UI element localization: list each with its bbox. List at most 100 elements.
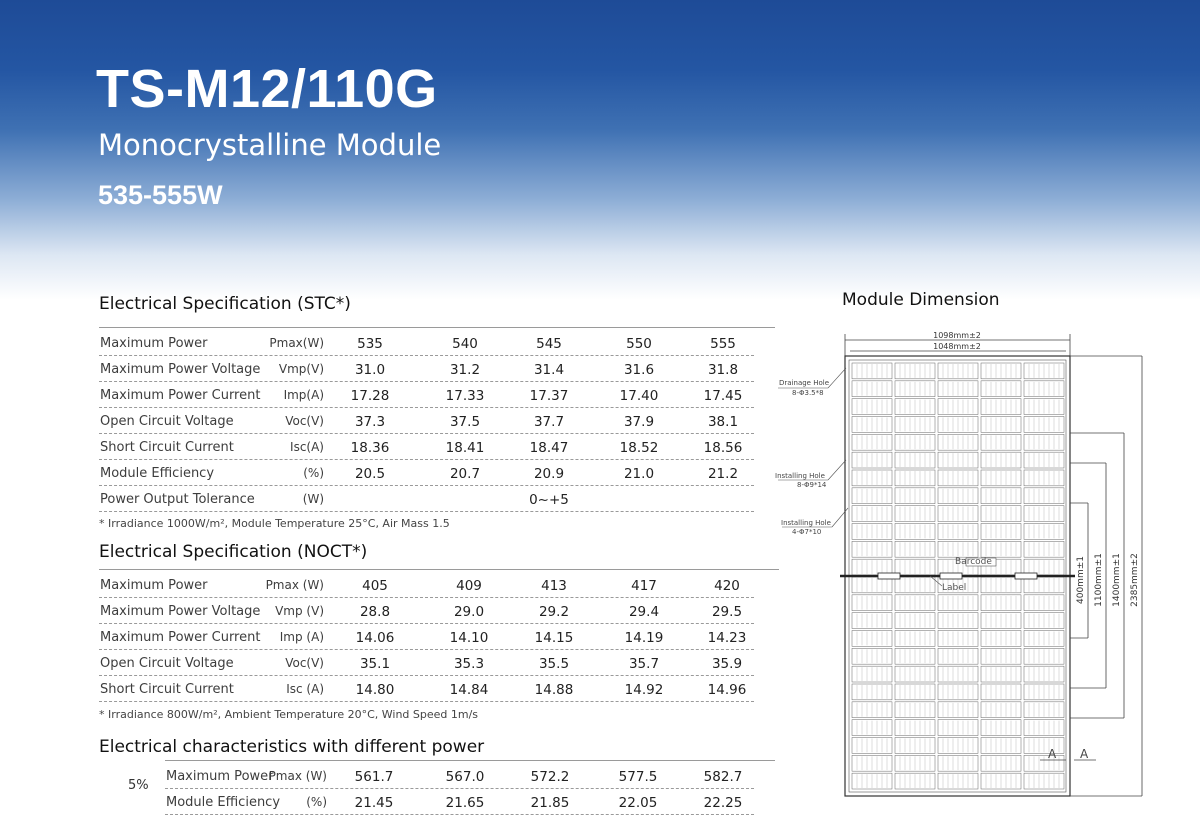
value-cell-col-3: 35.5 — [538, 656, 570, 672]
value-cell-col-1: 21.45 — [354, 795, 394, 811]
value-cell-col-2: 14.84 — [449, 682, 489, 698]
value-cell-col-4: 417 — [631, 578, 657, 594]
noct-title: Electrical Specification (NOCT*) — [99, 542, 368, 562]
value-cell-col-1: 17.28 — [350, 388, 390, 404]
value-cell-col-1: 20.5 — [354, 466, 386, 482]
value-cell-col-5: 21.2 — [707, 466, 739, 482]
value-cell-col-2: 35.3 — [453, 656, 485, 672]
table-row: Open Circuit Voltage Voc(V) 37.3 37.5 37.7 37… — [99, 408, 754, 434]
value-cell-col-5: 35.9 — [711, 656, 743, 672]
table-top-rule — [99, 569, 335, 570]
row-unit: Vmp(V) — [278, 362, 324, 376]
value-cell-col-1: 31.0 — [354, 362, 386, 378]
value-cell-col-5: 38.1 — [707, 414, 739, 430]
row-unit: Voc(V) — [285, 656, 324, 670]
value-cell-col-2: 20.7 — [449, 466, 481, 482]
value-cell-col-5: 14.23 — [707, 630, 747, 646]
dimension-title: Module Dimension — [842, 290, 1000, 310]
value-cell-col-2: 21.65 — [445, 795, 485, 811]
row-label: Open Circuit Voltage — [100, 656, 234, 671]
value-cell-col-3: 0~+5 — [529, 492, 569, 508]
row-unit: (W) — [302, 492, 324, 506]
row-label: Maximum Power Voltage — [100, 604, 261, 619]
table-row: Maximum Power Current Imp (A) 14.06 14.10 14… — [99, 624, 754, 650]
value-cell-col-3: 18.47 — [529, 440, 569, 456]
value-cell-col-3: 37.7 — [533, 414, 565, 430]
value-cell-col-3: 14.15 — [534, 630, 574, 646]
row-label: Module Efficiency — [166, 795, 281, 810]
noct-footnote: * Irradiance 800W/m², Ambient Temperatur… — [99, 708, 479, 721]
row-unit: Isc (A) — [286, 682, 324, 696]
row-label: Open Circuit Voltage — [100, 414, 234, 429]
row-label: Maximum Power Voltage — [100, 362, 261, 377]
row-label: Short Circuit Current — [100, 682, 234, 697]
value-cell-col-3: 14.88 — [534, 682, 574, 698]
junction-box-left — [877, 572, 901, 580]
value-cell-col-3: 545 — [536, 336, 562, 352]
barcode-text: Barcode — [955, 557, 992, 567]
value-cell-col-1: 14.80 — [355, 682, 395, 698]
stc-footnote: * Irradiance 1000W/m², Module Temperatur… — [99, 517, 450, 530]
dim-1100-label: 1100mm±1 — [1094, 553, 1104, 607]
table-top-rule — [165, 760, 334, 761]
table-top-rule — [502, 569, 606, 570]
row-unit: Pmax (W) — [268, 769, 327, 783]
table-row: Short Circuit Current Isc (A) 14.80 14.84 14… — [99, 676, 754, 702]
stc-title: Electrical Specification (STC*) — [99, 294, 351, 314]
value-cell-col-1: 535 — [357, 336, 383, 352]
value-cell-col-4: 17.40 — [619, 388, 659, 404]
row-unit: Voc(V) — [285, 414, 324, 428]
module-dimension-drawing: 1098mm±2 1048mm±2 Barcode Label Drainage… — [775, 331, 1143, 797]
value-cell-col-4: 22.05 — [618, 795, 658, 811]
row-unit: Pmax (W) — [265, 578, 324, 592]
junction-box-right — [1014, 572, 1038, 580]
table-top-rule — [671, 327, 775, 328]
value-cell-col-1: 18.36 — [350, 440, 390, 456]
installing-hole-1-label: Installing Hole — [775, 472, 825, 480]
value-cell-col-4: 37.9 — [623, 414, 655, 430]
value-cell-col-5: 18.56 — [703, 440, 743, 456]
value-cell-col-2: 18.41 — [445, 440, 485, 456]
value-cell-col-5: 31.8 — [707, 362, 739, 378]
value-cell-col-1: 14.06 — [355, 630, 395, 646]
value-cell-col-4: 35.7 — [628, 656, 660, 672]
row-unit: Isc(A) — [290, 440, 324, 454]
installing-hole-2-spec: 4-Φ7*10 — [792, 528, 821, 536]
dim-400-label: 400mm±1 — [1076, 556, 1086, 604]
value-cell-col-2: 17.33 — [445, 388, 485, 404]
value-cell-col-4: 14.92 — [624, 682, 664, 698]
row-unit: Vmp (V) — [275, 604, 324, 618]
label-text: Label — [942, 583, 966, 593]
value-cell-col-3: 20.9 — [533, 466, 565, 482]
power-group-label: 5% — [128, 778, 149, 793]
table-top-rule — [497, 327, 601, 328]
value-cell-col-5: 555 — [710, 336, 736, 352]
table-top-rule — [322, 760, 426, 761]
row-unit: (%) — [303, 466, 324, 480]
section-mark-right: A — [1080, 747, 1089, 761]
value-cell-col-5: 17.45 — [703, 388, 743, 404]
value-cell-col-4: 550 — [626, 336, 652, 352]
width-inner-label: 1048mm±2 — [933, 342, 981, 351]
row-label: Short Circuit Current — [100, 440, 234, 455]
value-cell-col-3: 17.37 — [529, 388, 569, 404]
different-power-title: Electrical characteristics with differen… — [99, 737, 485, 757]
row-label: Maximum Power — [100, 578, 208, 593]
noct-table: Maximum Power Pmax (W) 405 409 413 417 420 Maxi… — [99, 569, 779, 702]
value-cell-col-3: 29.2 — [538, 604, 570, 620]
value-cell-col-5: 420 — [714, 578, 740, 594]
value-cell-col-2: 29.0 — [453, 604, 485, 620]
table-row: Module Efficiency (%) 21.45 21.65 21.85 22.05… — [165, 789, 754, 815]
table-top-rule — [323, 569, 427, 570]
value-cell-col-3: 31.4 — [533, 362, 565, 378]
value-cell-col-5: 29.5 — [711, 604, 743, 620]
different-power-table: Maximum Power Pmax (W) 561.7 567.0 572.2 577.… — [165, 760, 775, 815]
value-cell-col-1: 28.8 — [359, 604, 391, 620]
row-label: Maximum Power Current — [100, 630, 261, 645]
drainage-hole-label: Drainage Hole — [779, 379, 829, 387]
value-cell-col-4: 14.19 — [624, 630, 664, 646]
table-row: Maximum Power Pmax (W) 405 409 413 417 420 — [99, 572, 754, 598]
value-cell-col-1: 35.1 — [359, 656, 391, 672]
value-cell-col-4: 29.4 — [628, 604, 660, 620]
dim-2385-label: 2385mm±2 — [1130, 553, 1140, 607]
